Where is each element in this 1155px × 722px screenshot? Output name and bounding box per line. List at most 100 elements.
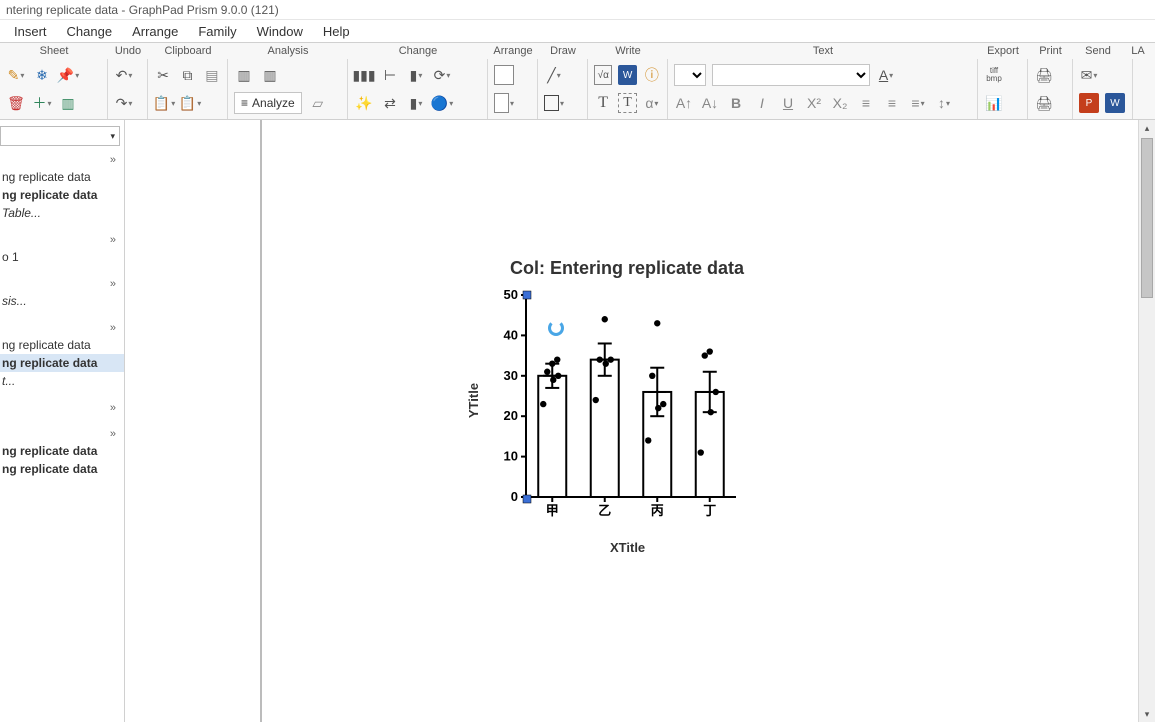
bold-icon[interactable]: B	[726, 93, 746, 113]
pin-icon[interactable]: 📌▾	[58, 65, 78, 85]
trash-icon[interactable]: 🗑	[6, 93, 26, 113]
chart-settings-icon[interactable]: ▥	[234, 65, 254, 85]
navigator-item[interactable]: ng replicate data	[0, 336, 124, 354]
new-sheet-icon[interactable]: ▥	[58, 93, 78, 113]
superscript-icon[interactable]: X²	[804, 93, 824, 113]
send-ppt-icon[interactable]: P	[1079, 93, 1099, 113]
swap-axes-icon[interactable]: ⇄	[380, 93, 400, 113]
navigator-item[interactable]: ng replicate data	[0, 460, 124, 478]
ribbon-label-export: Export	[978, 45, 1028, 57]
export-graph-icon[interactable]: 📊	[984, 93, 1004, 113]
eraser-icon[interactable]: ▱	[308, 93, 328, 113]
chart-object[interactable]: Col: Entering replicate data 01020304050…	[472, 245, 812, 575]
export-tiff-icon[interactable]: tiffbmp	[984, 65, 1004, 85]
arrange-icon[interactable]: ▾	[494, 93, 514, 113]
section-chevron-icon[interactable]: »	[0, 232, 124, 248]
scroll-down-icon[interactable]: ▾	[1139, 706, 1155, 722]
menu-arrange[interactable]: Arrange	[122, 22, 188, 41]
navigator-item[interactable]: ng replicate data	[0, 186, 124, 204]
subscript-icon[interactable]: X₂	[830, 93, 850, 113]
equation-icon[interactable]: √α	[594, 65, 612, 85]
font-size-select[interactable]	[674, 64, 706, 86]
navigator-item[interactable]: ng replicate data	[0, 168, 124, 186]
page[interactable]: Col: Entering replicate data 01020304050…	[260, 120, 1138, 722]
clipboard-icon[interactable]: 📋▾	[154, 93, 174, 113]
ribbon-label-undo: Undo	[108, 45, 148, 57]
add-icon[interactable]: ＋▾	[32, 93, 52, 113]
navigator-item[interactable]: o 1	[0, 248, 124, 266]
rotate-icon[interactable]: ⟳▾	[432, 65, 452, 85]
scroll-thumb[interactable]	[1141, 138, 1153, 298]
undo-icon[interactable]: ↶▾	[114, 65, 134, 85]
chart-settings2-icon[interactable]: ▥	[260, 65, 280, 85]
line-spacing-icon[interactable]: ↕▾	[934, 93, 954, 113]
menu-insert[interactable]: Insert	[4, 22, 57, 41]
axes-icon[interactable]: ⊢	[380, 65, 400, 85]
text-tool-icon[interactable]: T	[594, 93, 612, 113]
chart-type-icon[interactable]: ▮▾	[406, 65, 426, 85]
paste-special-icon[interactable]: ▤	[203, 65, 221, 85]
text-box-icon[interactable]: T	[618, 93, 636, 113]
svg-text:甲: 甲	[546, 503, 559, 518]
cut-icon[interactable]: ✂	[154, 65, 172, 85]
navigator-item[interactable]: Table...	[0, 204, 124, 222]
svg-text:30: 30	[504, 368, 518, 383]
word-insert-icon[interactable]: W	[618, 65, 636, 85]
navigator-item[interactable]: t...	[0, 372, 124, 390]
print-all-icon[interactable]: 🖨	[1034, 93, 1054, 113]
x-axis-label[interactable]: XTitle	[610, 540, 645, 555]
snowflake-icon[interactable]: ❄	[32, 65, 52, 85]
info-icon[interactable]: ⓘ	[643, 65, 661, 85]
navigator-dropdown[interactable]: ▾	[0, 126, 120, 146]
section-chevron-icon[interactable]: »	[0, 152, 124, 168]
navigator-item[interactable]: ng replicate data	[0, 354, 124, 372]
menu-window[interactable]: Window	[247, 22, 313, 41]
send-word-icon[interactable]: W	[1105, 93, 1125, 113]
email-icon[interactable]: ✉▾	[1079, 65, 1099, 85]
ribbon-label-analysis: Analysis	[228, 45, 348, 57]
decrease-font-icon[interactable]: A↓	[700, 93, 720, 113]
line-draw-icon[interactable]: ╱▾	[544, 65, 564, 85]
align-center-icon[interactable]: ≡	[882, 93, 902, 113]
clipboard-alt-icon[interactable]: 📋▾	[180, 93, 200, 113]
highlighter-icon[interactable]: ✎▾	[6, 65, 26, 85]
chart-format-icon[interactable]: ▮▾	[406, 93, 426, 113]
align-justify-icon[interactable]: ≡▾	[908, 93, 928, 113]
underline-icon[interactable]: U	[778, 93, 798, 113]
section-chevron-icon[interactable]: »	[0, 276, 124, 292]
chevron-down-icon: ▾	[110, 131, 115, 142]
chart-title[interactable]: Col: Entering replicate data	[510, 258, 744, 279]
titlebar: ntering replicate data - GraphPad Prism …	[0, 0, 1155, 20]
scroll-up-icon[interactable]: ▴	[1139, 120, 1155, 136]
font-color-icon[interactable]: A▾	[876, 65, 896, 85]
align-left-icon[interactable]: ≡	[856, 93, 876, 113]
bar-chart-icon[interactable]: ▮▮▮	[354, 65, 374, 85]
magic-icon[interactable]: ✨	[354, 93, 374, 113]
alpha-icon[interactable]: α▾	[643, 93, 661, 113]
copy-icon[interactable]: ⧉	[178, 65, 196, 85]
analyze-button[interactable]: ≡ Analyze	[234, 92, 302, 114]
section-chevron-icon[interactable]: »	[0, 320, 124, 336]
ribbon-label-write: Write	[588, 45, 668, 57]
increase-font-icon[interactable]: A↑	[674, 93, 694, 113]
equals-icon: ≡	[241, 96, 248, 110]
font-name-select[interactable]	[712, 64, 870, 86]
menu-family[interactable]: Family	[188, 22, 246, 41]
navigator-item[interactable]: ng replicate data	[0, 442, 124, 460]
chart-plot: 01020304050甲乙丙丁	[472, 285, 792, 555]
navigator-item[interactable]: sis...	[0, 292, 124, 310]
section-chevron-icon[interactable]: »	[0, 400, 124, 416]
color-scheme-icon[interactable]: 🔵▾	[432, 93, 452, 113]
italic-icon[interactable]: I	[752, 93, 772, 113]
menu-help[interactable]: Help	[313, 22, 360, 41]
redo-icon[interactable]: ↷▾	[114, 93, 134, 113]
rect-draw-icon[interactable]: ▾	[544, 93, 564, 113]
print-icon[interactable]: 🖨	[1034, 65, 1054, 85]
vertical-scrollbar[interactable]: ▴ ▾	[1138, 120, 1155, 722]
svg-text:乙: 乙	[598, 503, 611, 518]
ribbon-label-print: Print	[1028, 45, 1073, 57]
y-axis-label[interactable]: YTitle	[466, 383, 481, 418]
section-chevron-icon[interactable]: »	[0, 426, 124, 442]
layer-icon[interactable]	[494, 65, 514, 85]
menu-change[interactable]: Change	[57, 22, 123, 41]
